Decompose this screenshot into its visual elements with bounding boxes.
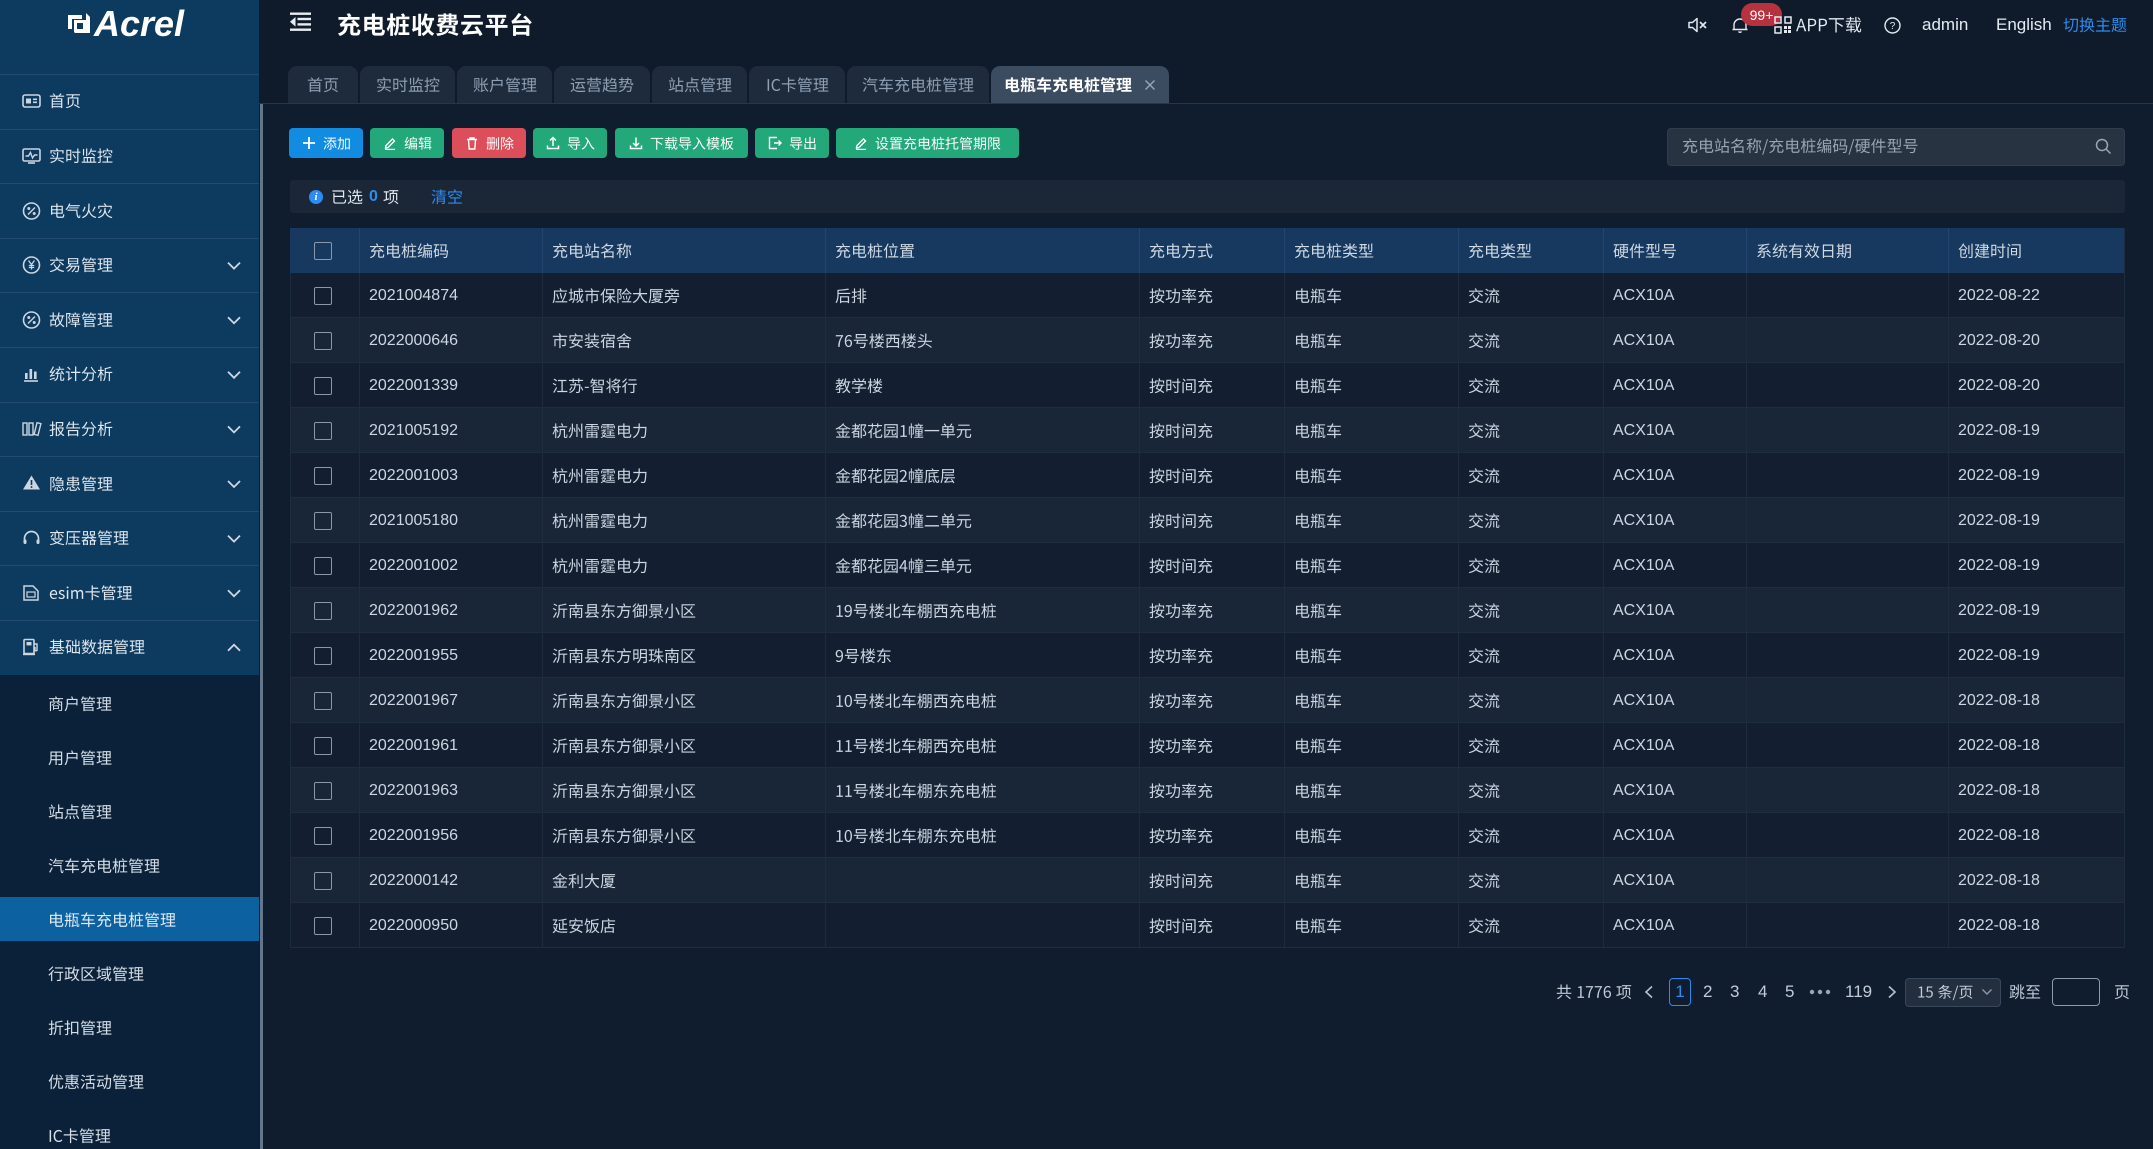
svg-text:?: ? [1890,21,1896,32]
